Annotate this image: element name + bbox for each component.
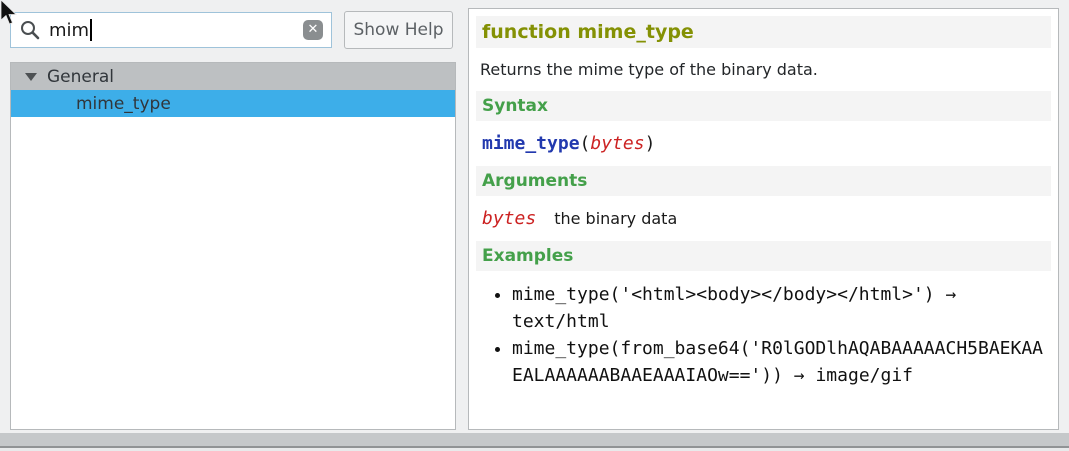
- tree-item-label: mime_type: [76, 94, 171, 114]
- tree-group-label: General: [47, 67, 114, 87]
- section-heading-syntax: Syntax: [476, 91, 1051, 121]
- mouse-cursor-icon: [0, 0, 18, 26]
- section-heading-examples: Examples: [476, 241, 1051, 271]
- search-icon: [19, 19, 41, 41]
- paren-close: ): [645, 133, 656, 154]
- argument-row: bytes the binary data: [482, 208, 1051, 229]
- text-caret: [90, 19, 92, 41]
- paren-open: (: [580, 133, 591, 154]
- help-panel: function mime_type Returns the mime type…: [468, 8, 1059, 430]
- function-tree: General mime_type: [10, 62, 456, 430]
- argument-name: bytes: [482, 208, 536, 229]
- example-code: mime_type(from_base64('R0lGODlhAQABAAAAA…: [512, 338, 1043, 386]
- tree-item-mime-type[interactable]: mime_type: [11, 90, 455, 117]
- example-item: mime_type(from_base64('R0lGODlhAQABAAAAA…: [512, 335, 1051, 389]
- tree-group-general[interactable]: General: [11, 63, 455, 90]
- example-arrow: →: [945, 284, 956, 305]
- bottom-band: [0, 433, 1069, 446]
- expander-down-icon[interactable]: [25, 73, 37, 81]
- function-name: mime_type: [482, 133, 580, 154]
- argument-name: bytes: [590, 133, 644, 154]
- example-code: mime_type('<html><body></body></html>'): [512, 284, 935, 305]
- search-input[interactable]: mim ✕: [10, 12, 332, 48]
- example-item: mime_type('<html><body></body></html>') …: [512, 281, 1051, 335]
- example-arrow: →: [794, 365, 805, 386]
- argument-description: the binary data: [554, 209, 677, 228]
- examples-list: mime_type('<html><body></body></html>') …: [476, 281, 1051, 389]
- section-heading-arguments: Arguments: [476, 166, 1051, 196]
- show-help-button[interactable]: Show Help: [344, 11, 453, 49]
- clear-search-icon[interactable]: ✕: [303, 20, 323, 40]
- example-result: text/html: [512, 311, 610, 332]
- help-title-bar: function mime_type: [476, 16, 1051, 48]
- help-description: Returns the mime type of the binary data…: [480, 60, 1051, 79]
- help-title: function mime_type: [482, 21, 694, 43]
- example-result: image/gif: [815, 365, 913, 386]
- search-value: mim: [49, 20, 89, 41]
- syntax-code: mime_type(bytes): [482, 133, 1051, 154]
